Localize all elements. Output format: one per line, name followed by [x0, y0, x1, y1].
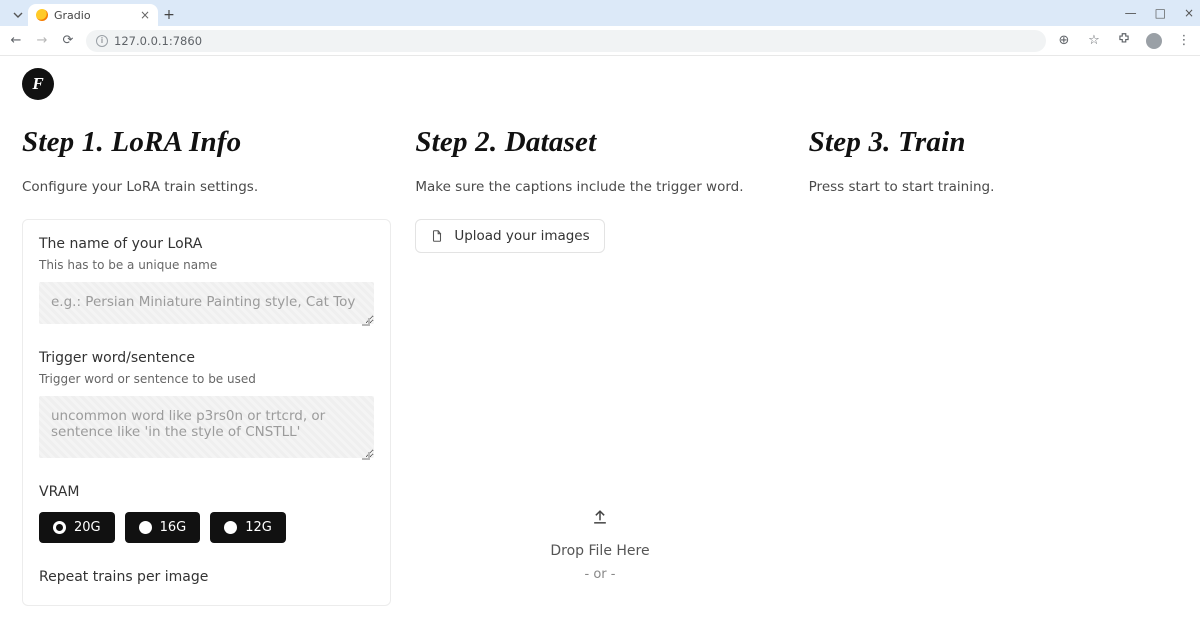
- browser-tab-active[interactable]: Gradio ×: [28, 4, 158, 26]
- tab-close-icon[interactable]: ×: [140, 8, 150, 22]
- lora-name-label: The name of your LoRA: [39, 236, 374, 252]
- file-dropzone[interactable]: Drop File Here - or -: [415, 253, 784, 583]
- vram-option-20g[interactable]: 20G: [39, 512, 115, 543]
- address-bar-text: 127.0.0.1:7860: [114, 34, 202, 48]
- repeat-label: Repeat trains per image: [39, 569, 374, 585]
- vram-option-label: 12G: [245, 520, 272, 535]
- step3-desc: Press start to start training.: [809, 179, 1178, 195]
- browser-toolbar: ← → ⟳ i 127.0.0.1:7860 ⊕ ☆ ⋮: [0, 26, 1200, 56]
- step1-panel: The name of your LoRA This has to be a u…: [22, 219, 391, 606]
- trigger-sublabel: Trigger word or sentence to be used: [39, 372, 374, 386]
- trigger-input[interactable]: [39, 396, 374, 458]
- browser-menu-icon[interactable]: ⋮: [1176, 33, 1192, 48]
- window-minimize-icon[interactable]: —: [1125, 6, 1137, 20]
- vram-label: VRAM: [39, 484, 374, 500]
- window-maximize-icon[interactable]: □: [1155, 6, 1166, 20]
- browser-tab-strip: Gradio × + — □ ×: [0, 0, 1200, 26]
- vram-option-label: 20G: [74, 520, 101, 535]
- bookmark-icon[interactable]: ☆: [1086, 33, 1102, 48]
- app-logo: F: [22, 68, 54, 100]
- lora-name-input[interactable]: [39, 282, 374, 324]
- step2-column: Step 2. Dataset Make sure the captions i…: [415, 126, 784, 606]
- step2-title: Step 2. Dataset: [415, 126, 784, 159]
- site-info-icon[interactable]: i: [96, 35, 108, 47]
- step3-title: Step 3. Train: [809, 126, 1178, 159]
- step1-title: Step 1. LoRA Info: [22, 126, 391, 159]
- window-close-icon[interactable]: ×: [1184, 6, 1194, 20]
- step3-column: Step 3. Train Press start to start train…: [809, 126, 1178, 606]
- upload-images-button[interactable]: Upload your images: [415, 219, 604, 253]
- tab-favicon: [36, 9, 48, 21]
- radio-unselected-icon: [224, 521, 237, 534]
- nav-reload-icon[interactable]: ⟳: [60, 33, 76, 48]
- vram-option-label: 16G: [160, 520, 187, 535]
- address-bar[interactable]: i 127.0.0.1:7860: [86, 30, 1046, 52]
- step1-column: Step 1. LoRA Info Configure your LoRA tr…: [22, 126, 391, 606]
- nav-forward-icon: →: [34, 33, 50, 48]
- vram-option-16g[interactable]: 16G: [125, 512, 201, 543]
- zoom-icon[interactable]: ⊕: [1056, 33, 1072, 48]
- new-tab-button[interactable]: +: [158, 4, 180, 26]
- profile-avatar[interactable]: [1146, 33, 1162, 49]
- radio-selected-icon: [53, 521, 66, 534]
- dropzone-label: Drop File Here: [550, 543, 649, 559]
- nav-back-icon[interactable]: ←: [8, 33, 24, 48]
- extensions-icon[interactable]: [1116, 32, 1132, 50]
- vram-radio-group: 20G 16G 12G: [39, 512, 374, 543]
- tab-title: Gradio: [54, 9, 134, 22]
- tab-list-chevron[interactable]: [8, 4, 28, 26]
- trigger-label: Trigger word/sentence: [39, 350, 374, 366]
- radio-unselected-icon: [139, 521, 152, 534]
- step2-desc: Make sure the captions include the trigg…: [415, 179, 784, 195]
- lora-name-sublabel: This has to be a unique name: [39, 258, 374, 272]
- dropzone-or: - or -: [585, 567, 616, 582]
- upload-icon: [590, 507, 610, 531]
- upload-images-label: Upload your images: [454, 228, 589, 244]
- step1-desc: Configure your LoRA train settings.: [22, 179, 391, 195]
- vram-option-12g[interactable]: 12G: [210, 512, 286, 543]
- file-icon: [430, 229, 444, 243]
